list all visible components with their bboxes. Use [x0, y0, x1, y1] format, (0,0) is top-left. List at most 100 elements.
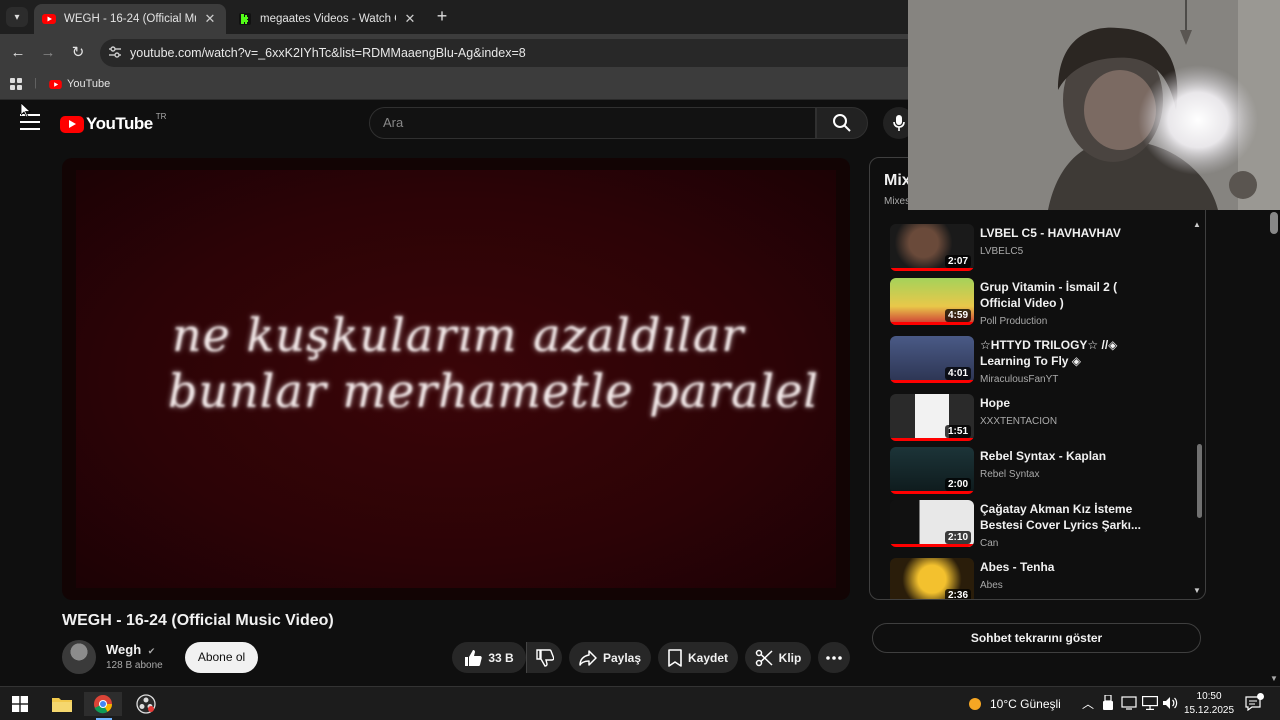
country-code: TR	[155, 111, 167, 121]
playlist-item[interactable]: 2:07 LVBEL C5 - HAVHAVHAV LVBELC5	[890, 224, 1190, 276]
playlist-item[interactable]: 4:01 ☆HTTYD TRILOGY☆ //◈ Learning To Fly…	[890, 336, 1190, 388]
playlist-item[interactable]: 2:10 Çağatay Akman Kız İsteme Bestesi Co…	[890, 500, 1190, 552]
watched-progress	[890, 544, 974, 547]
notification-badge	[1257, 693, 1264, 700]
item-channel: Abes	[980, 580, 1003, 591]
usb-icon[interactable]	[1102, 694, 1114, 716]
playlist-item[interactable]: 2:00 Rebel Syntax - Kaplan Rebel Syntax	[890, 447, 1190, 499]
scroll-up-icon[interactable]: ▲	[1193, 220, 1201, 229]
search-button[interactable]	[816, 107, 868, 139]
thumbs-down-icon	[535, 648, 554, 667]
cast-icon[interactable]	[1121, 696, 1137, 715]
bookmarks-divider: |	[34, 77, 37, 89]
new-tab-button[interactable]: +	[432, 6, 452, 26]
close-tab-icon[interactable]: ✕	[202, 11, 218, 27]
tab-search-dropdown-icon[interactable]: ▾	[6, 7, 28, 27]
item-channel: Can	[980, 538, 999, 549]
thumbs-up-icon	[464, 649, 488, 667]
duration-badge: 2:36	[944, 589, 971, 599]
url-text: youtube.com/watch?v=_6xxK2IYhTc&list=RDM…	[130, 46, 526, 60]
volume-icon[interactable]	[1162, 695, 1178, 716]
close-tab-icon[interactable]: ✕	[402, 11, 418, 27]
webcam-feed-image	[908, 0, 1280, 210]
playlist-subtitle: Mixes	[884, 196, 911, 207]
apps-grid-icon[interactable]	[10, 78, 22, 90]
subscribe-button[interactable]: Abone ol	[185, 642, 258, 673]
bookmark-youtube[interactable]: YouTube	[49, 78, 110, 90]
like-count: 33 B	[488, 650, 514, 665]
watched-progress	[890, 438, 974, 441]
item-title: LVBEL C5 - HAVHAVHAV	[980, 226, 1121, 240]
item-title: Rebel Syntax - Kaplan	[980, 449, 1107, 463]
more-dots-icon	[826, 655, 842, 660]
clock-time: 10:50	[1196, 691, 1222, 702]
video-thumbnail: 2:00	[890, 447, 974, 494]
youtube-icon	[42, 12, 56, 26]
more-actions-button[interactable]	[818, 642, 850, 673]
scissors-icon	[755, 649, 779, 667]
playlist-item[interactable]: 4:59 Grup Vitamin - İsmail 2 ( Official …	[890, 278, 1190, 330]
kick-icon	[238, 12, 252, 26]
search-input[interactable]: Ara	[369, 107, 816, 139]
page-scrollbar[interactable]	[1270, 212, 1278, 234]
obs-icon[interactable]	[134, 692, 158, 716]
video-player[interactable]: ne kuşkularım azaldılar bunlar merhametl…	[62, 158, 850, 600]
file-explorer-icon[interactable]	[50, 692, 74, 716]
windows-start-icon[interactable]	[8, 692, 32, 716]
video-thumbnail: 2:10	[890, 500, 974, 547]
tab-youtube[interactable]: WEGH - 16-24 (Official Music V ✕	[34, 4, 226, 34]
channel-avatar[interactable]	[62, 640, 96, 674]
item-channel: MiraculousFanYT	[980, 374, 1059, 385]
watched-progress	[890, 268, 974, 271]
item-title: ☆HTTYD TRILOGY☆ //◈ Learning To Fly ◈	[980, 338, 1118, 368]
item-channel: Poll Production	[980, 316, 1048, 327]
channel-name[interactable]: Wegh ✔	[106, 642, 155, 657]
reload-icon[interactable]: ↻	[68, 43, 88, 63]
page-scrollbar-track	[1268, 210, 1280, 686]
clip-label: Klip	[778, 650, 802, 665]
playlist-title: Mix	[884, 172, 911, 189]
playlist-scrollbar[interactable]	[1197, 444, 1202, 518]
duration-badge: 1:51	[944, 425, 971, 438]
bookmark-icon	[668, 648, 688, 667]
like-button[interactable]: 33 B	[452, 642, 526, 673]
site-info-icon[interactable]	[100, 45, 130, 61]
webcam-overlay	[908, 0, 1280, 210]
item-channel: Rebel Syntax	[980, 469, 1040, 480]
item-title: Abes - Tenha	[980, 560, 1055, 574]
share-button[interactable]: Paylaş	[569, 642, 651, 673]
search-icon	[832, 113, 852, 133]
save-label: Kaydet	[687, 650, 728, 665]
network-icon[interactable]	[1142, 696, 1159, 715]
show-chat-replay-button[interactable]: Sohbet tekrarını göster	[872, 623, 1201, 653]
page-scroll-down-icon[interactable]: ▼	[1270, 674, 1278, 683]
logo-text: YouTube	[86, 114, 153, 133]
video-thumbnail: 4:59	[890, 278, 974, 325]
youtube-logo[interactable]: YouTube TR	[60, 111, 167, 134]
address-bar[interactable]: youtube.com/watch?v=_6xxK2IYhTc&list=RDM…	[100, 39, 920, 67]
playlist-item[interactable]: 1:51 Hope XXXTENTACION	[890, 394, 1190, 446]
duration-badge: 2:07	[944, 255, 971, 268]
tab-title: megaates Videos - Watch On-D	[260, 13, 396, 25]
watched-progress	[890, 380, 974, 383]
save-button[interactable]: Kaydet	[658, 642, 738, 673]
sun-cloud-icon	[966, 696, 984, 712]
system-clock[interactable]: 10:50 15.12.2025	[1184, 690, 1234, 718]
dislike-button[interactable]	[526, 642, 562, 673]
forward-arrow-icon[interactable]: →	[38, 43, 58, 63]
chrome-icon[interactable]	[84, 692, 122, 716]
share-arrow-icon	[579, 649, 603, 666]
item-title: Hope	[980, 396, 1010, 410]
show-hidden-icons-chevron[interactable]: ︿	[1082, 695, 1094, 712]
duration-badge: 4:01	[944, 367, 971, 380]
mouse-cursor	[20, 102, 32, 123]
scroll-down-icon[interactable]: ▼	[1193, 586, 1201, 595]
back-arrow-icon[interactable]: ←	[8, 43, 28, 63]
windows-taskbar: 10°C Güneşli ︿ 10:50 15.12.2025	[0, 686, 1280, 720]
weather-widget[interactable]: 10°C Güneşli	[966, 696, 1061, 712]
weather-text: 10°C Güneşli	[990, 697, 1061, 711]
clip-button[interactable]: Klip	[745, 642, 811, 673]
tab-kick[interactable]: megaates Videos - Watch On-D ✕	[230, 4, 426, 34]
share-label: Paylaş	[602, 650, 642, 665]
playlist-item[interactable]: 2:36 Abes - Tenha Abes	[890, 558, 1190, 599]
